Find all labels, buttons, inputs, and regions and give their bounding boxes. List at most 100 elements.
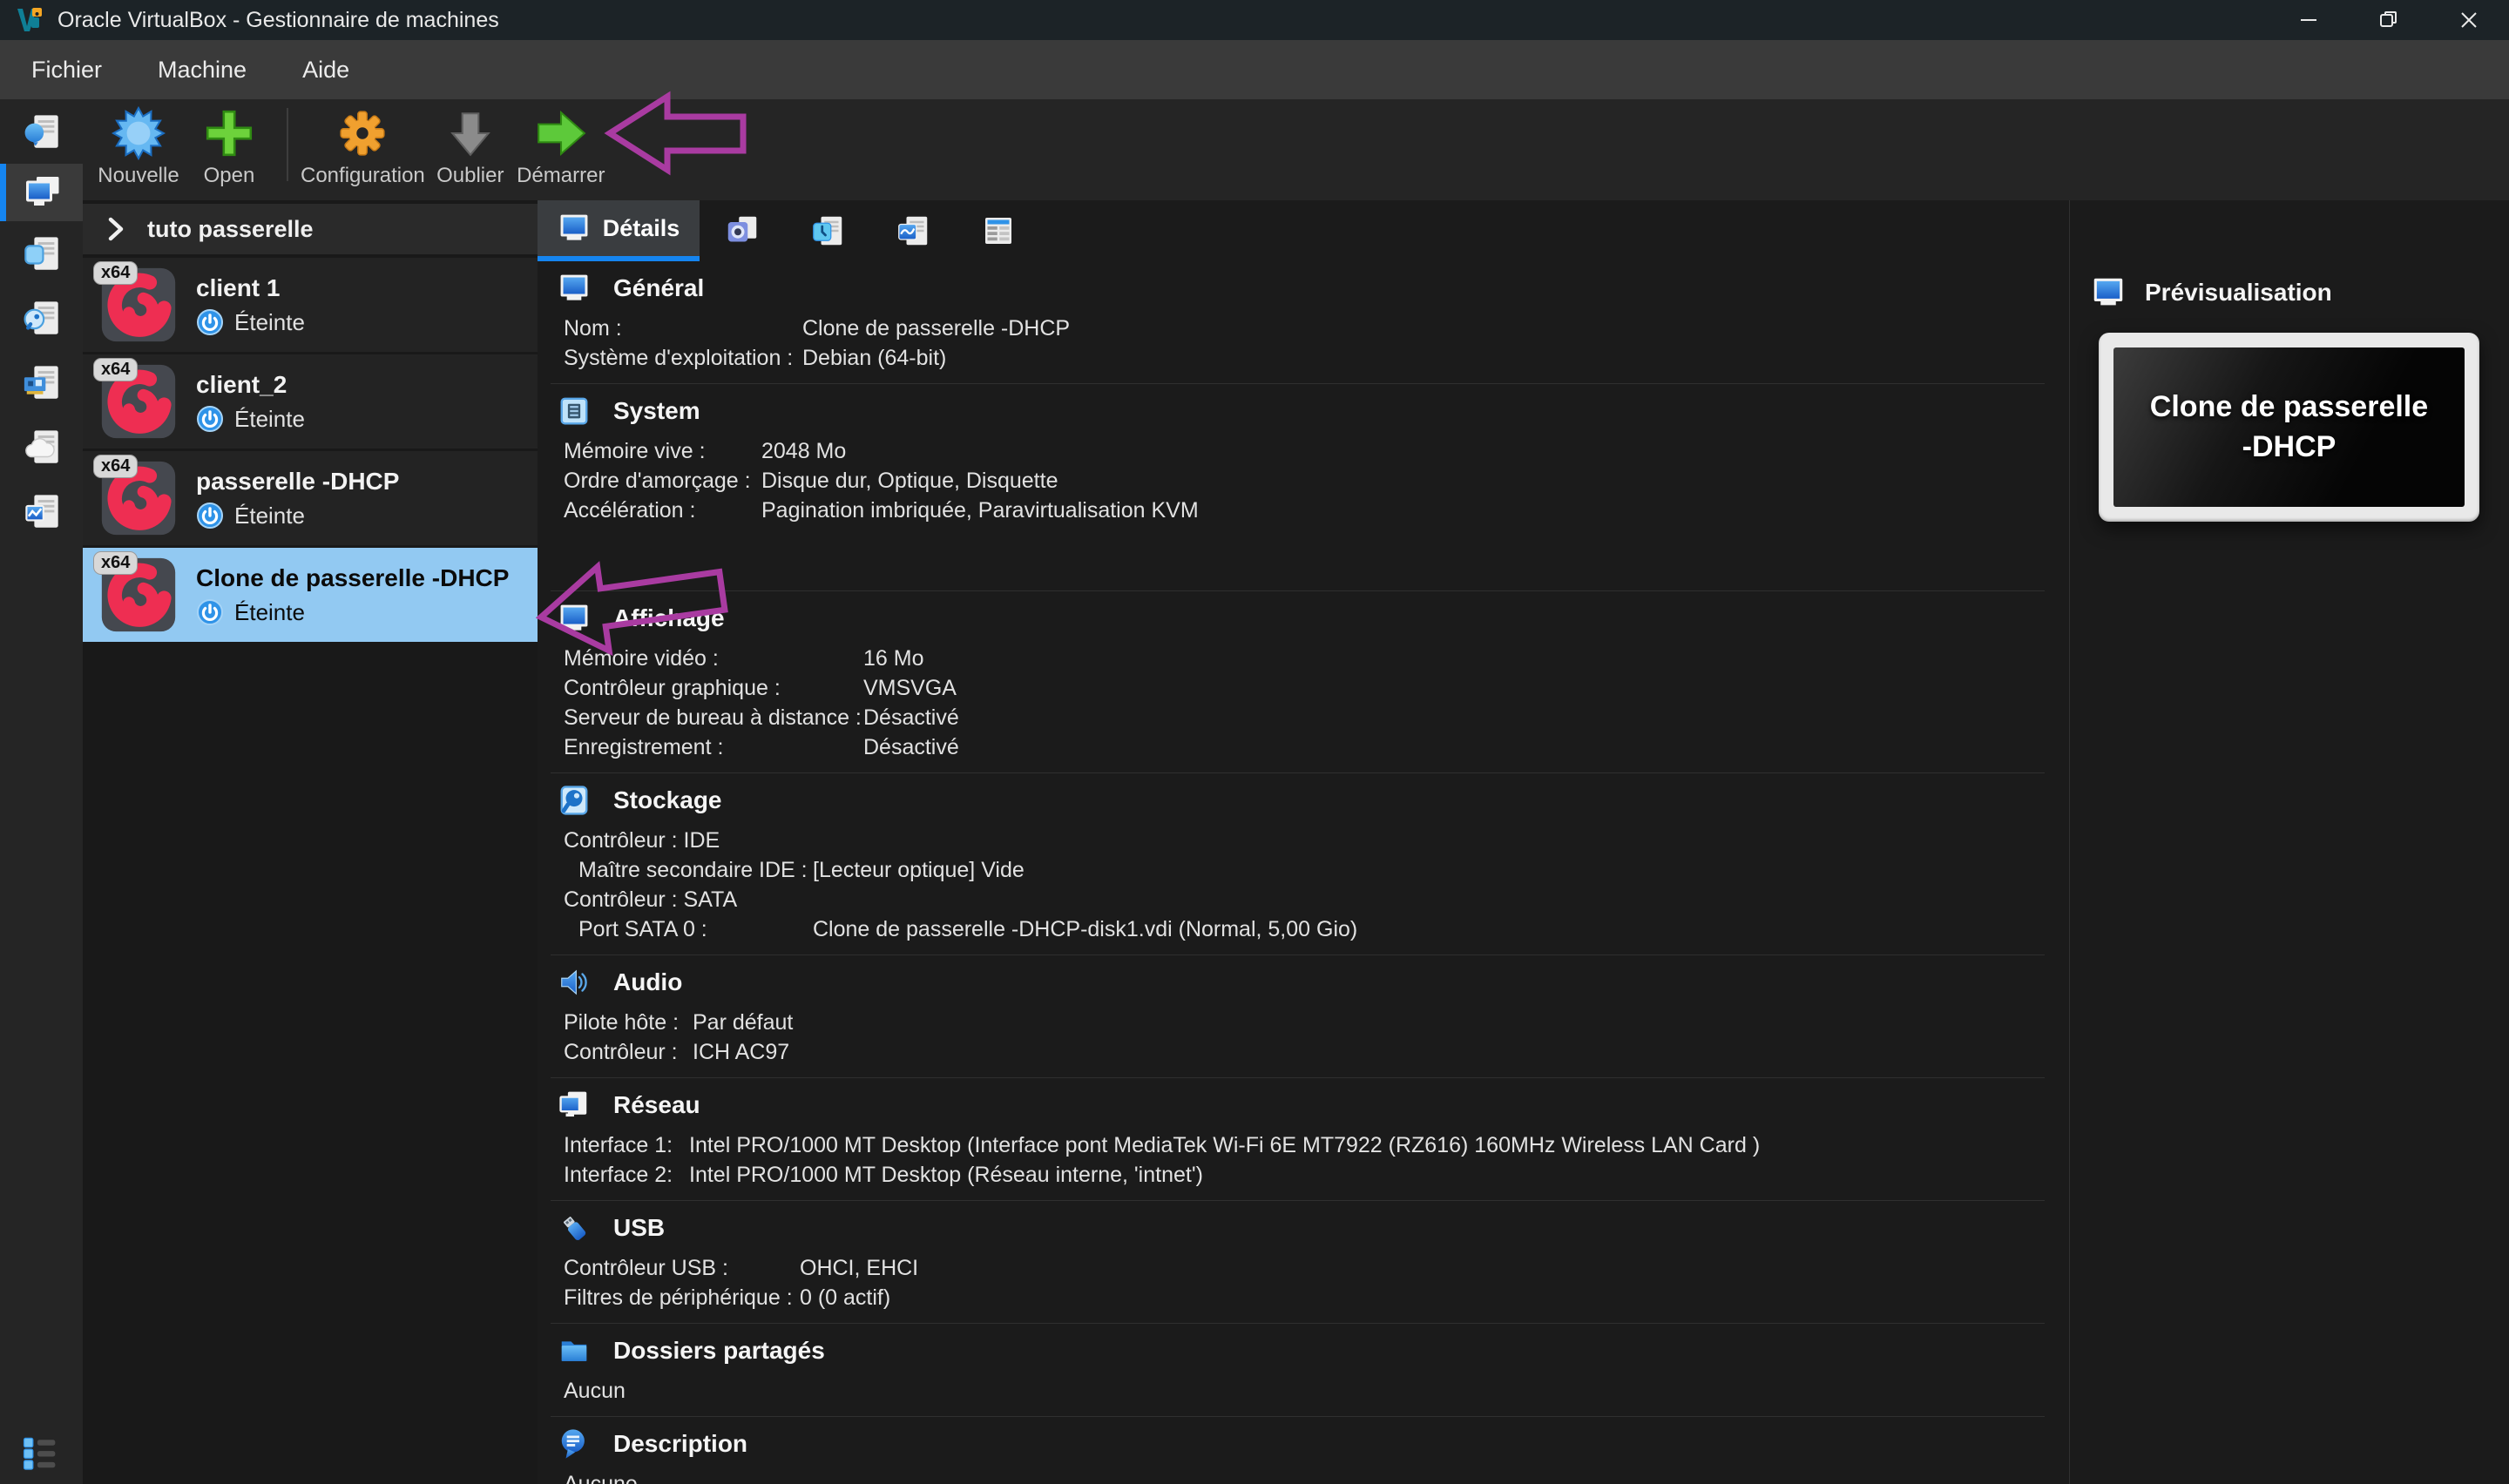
toolbar-nouvelle-button[interactable]: Nouvelle — [93, 99, 184, 200]
add-plus-icon — [202, 106, 256, 160]
preview-screen-text: Clone de passerelle -DHCP — [2145, 388, 2432, 468]
preview-panel: Prévisualisation Clone de passerelle -DH… — [2069, 200, 2509, 1484]
section-affichage: Affichage Mémoire vidéo :16 Mo Contrôleu… — [551, 591, 2045, 773]
menu-aide[interactable]: Aide — [274, 40, 377, 99]
preview-screen: Clone de passerelle -DHCP — [2113, 347, 2465, 507]
close-button[interactable] — [2429, 0, 2509, 40]
detail-label: Interface 2: — [564, 1160, 689, 1190]
arch-badge: x64 — [93, 455, 138, 478]
detail-label: Contrôleur : SATA — [564, 885, 737, 914]
toolbar-open-label: Open — [204, 164, 255, 188]
vm-item-client-1[interactable]: x64 client 1 Éteinte — [83, 258, 538, 352]
vm-item-client-2[interactable]: x64 client_2 Éteinte — [83, 354, 538, 449]
detail-label: Aucune — [564, 1469, 638, 1484]
section-usb: USB Contrôleur USB :OHCI, EHCI Filtres d… — [551, 1201, 2045, 1324]
sidebar-item-activities[interactable] — [0, 479, 83, 543]
logs-clock-icon — [810, 213, 845, 248]
vm-item-passerelle-dhcp[interactable]: x64 passerelle -DHCP Éteinte — [83, 451, 538, 545]
detail-label: Mémoire vive : — [564, 436, 761, 466]
menu-fichier[interactable]: Fichier — [3, 40, 130, 99]
detail-value: 16 Mo — [863, 644, 923, 673]
section-title: Stockage — [613, 786, 722, 814]
details-tab-icon — [558, 212, 591, 245]
vm-status: Éteinte — [234, 406, 305, 433]
sidebar-item-extensions[interactable] — [0, 221, 83, 286]
section-title: Description — [613, 1430, 747, 1458]
sidebar-item-network[interactable] — [0, 350, 83, 415]
vm-os-icon: x64 — [100, 556, 177, 633]
vm-status: Éteinte — [234, 503, 305, 530]
menu-machine[interactable]: Machine — [130, 40, 274, 99]
general-monitor-icon — [558, 272, 591, 305]
vm-group-header[interactable]: tuto passerelle — [83, 204, 538, 254]
detail-label: Enregistrement : — [564, 732, 863, 762]
detail-value: 2048 Mo — [761, 436, 846, 466]
network-icon — [22, 362, 62, 402]
restore-button[interactable] — [2349, 0, 2429, 40]
detail-label: Serveur de bureau à distance : — [564, 703, 863, 732]
section-title: System — [613, 397, 700, 425]
arch-badge: x64 — [93, 551, 138, 575]
section-title: USB — [613, 1214, 665, 1242]
detail-value: Intel PRO/1000 MT Desktop (Réseau intern… — [689, 1160, 1203, 1190]
resources-legend-icon — [22, 1435, 62, 1470]
section-reseau: Réseau Interface 1:Intel PRO/1000 MT Des… — [551, 1078, 2045, 1201]
arch-badge: x64 — [93, 261, 138, 285]
minimize-icon — [2298, 10, 2319, 30]
detail-value: Désactivé — [863, 703, 959, 732]
sidebar-item-media[interactable] — [0, 286, 83, 350]
discard-arrow-down-icon — [443, 106, 497, 160]
preview-title: Prévisualisation — [2145, 279, 2332, 307]
power-state-icon — [196, 502, 224, 530]
system-chip-icon — [558, 395, 591, 428]
details-sections: Général Nom :Clone de passerelle -DHCP S… — [538, 261, 2069, 1484]
tab-snapshots[interactable] — [700, 200, 785, 261]
detail-value: Debian (64-bit) — [802, 343, 946, 373]
vm-os-icon: x64 — [100, 266, 177, 343]
vm-name: passerelle -DHCP — [196, 467, 399, 496]
section-title: Affichage — [613, 604, 725, 632]
detail-label: Accélération : — [564, 496, 761, 525]
tab-file-manager[interactable] — [956, 200, 1041, 261]
sidebar-item-machines[interactable] — [0, 164, 83, 221]
tab-activity[interactable] — [870, 200, 956, 261]
minimize-button[interactable] — [2269, 0, 2349, 40]
section-dossiers-partages: Dossiers partagés Aucun — [551, 1324, 2045, 1417]
section-title: Réseau — [613, 1091, 700, 1119]
detail-value: OHCI, EHCI — [800, 1253, 918, 1283]
detail-value: Disque dur, Optique, Disquette — [761, 466, 1058, 496]
detail-label: Aucun — [564, 1376, 626, 1406]
shared-folders-icon — [558, 1334, 591, 1367]
toolbar-oublier-button[interactable]: Oublier — [425, 99, 516, 200]
sidebar-item-welcome[interactable] — [0, 99, 83, 164]
detail-value: Clone de passerelle -DHCP — [802, 314, 1070, 343]
toolbar-open-button[interactable]: Open — [184, 99, 274, 200]
tab-logs[interactable] — [785, 200, 870, 261]
tab-details[interactable]: Détails — [538, 200, 700, 261]
usb-plug-icon — [558, 1211, 591, 1245]
close-icon — [2458, 10, 2479, 30]
detail-label: Contrôleur : IDE — [564, 826, 720, 855]
vm-os-icon: x64 — [100, 460, 177, 536]
menubar: Fichier Machine Aide — [0, 40, 2509, 99]
section-title: Audio — [613, 968, 682, 996]
sidebar-item-resources[interactable] — [0, 1435, 83, 1470]
sidebar-item-cloud[interactable] — [0, 415, 83, 479]
restore-icon — [2378, 10, 2399, 30]
start-arrow-right-icon — [534, 106, 588, 160]
global-sidebar — [0, 99, 83, 1484]
details-panel: Détails — [538, 200, 2069, 1484]
power-state-icon — [196, 598, 224, 626]
audio-speaker-icon — [558, 966, 591, 999]
vm-name: client_2 — [196, 370, 305, 400]
tab-details-label: Détails — [603, 215, 680, 242]
toolbar-demarrer-button[interactable]: Démarrer — [516, 99, 606, 200]
detail-value: 0 (0 actif) — [800, 1283, 890, 1312]
cloud-icon — [22, 427, 62, 467]
vm-item-clone-de-passerelle-dhcp[interactable]: x64 Clone de passerelle -DHCP Éteinte — [83, 548, 538, 642]
toolbar-oublier-label: Oublier — [436, 164, 504, 188]
display-monitor-icon — [558, 602, 591, 635]
toolbar-demarrer-label: Démarrer — [517, 164, 605, 188]
toolbar-configuration-button[interactable]: Configuration — [301, 99, 425, 200]
vm-status: Éteinte — [234, 599, 305, 626]
